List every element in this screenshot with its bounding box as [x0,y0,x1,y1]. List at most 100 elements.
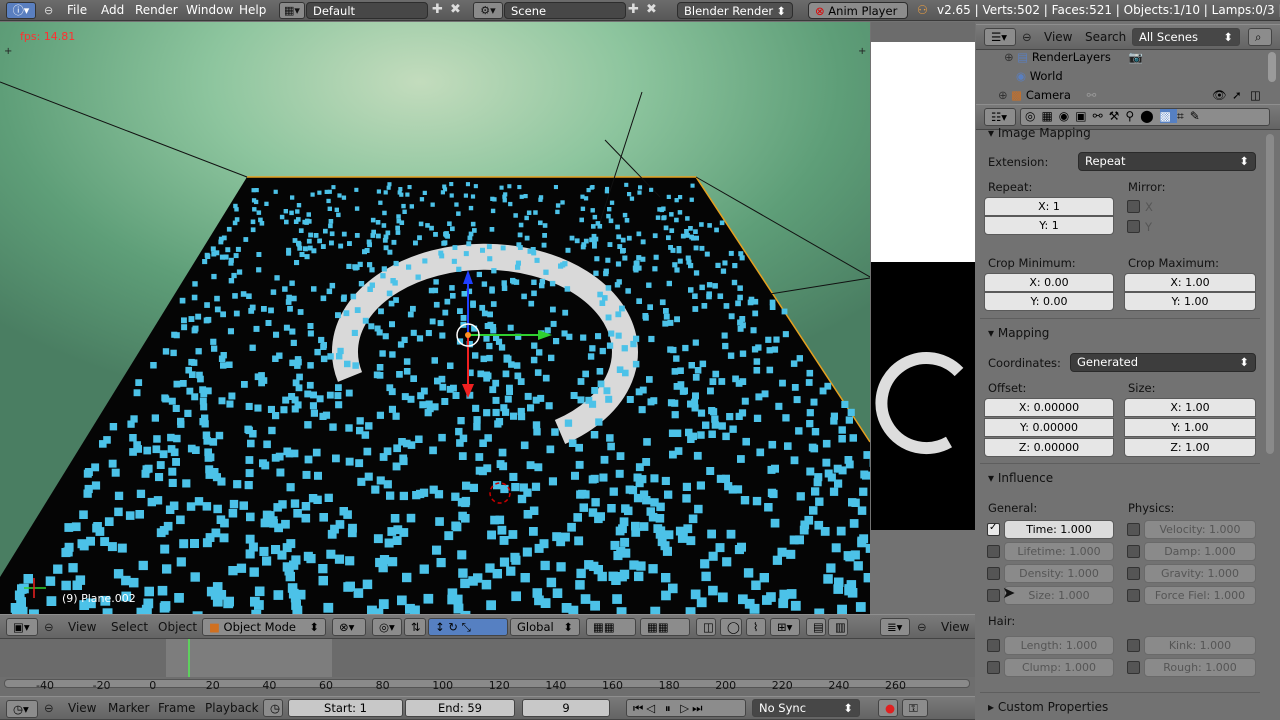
keying-icon[interactable]: ⚿ [902,699,928,717]
clump-checkbox[interactable] [987,661,1000,674]
preview-range-icon[interactable]: ◷ [263,699,283,717]
gravity-checkbox[interactable] [1127,567,1140,580]
corner-handle-icon[interactable]: + [4,46,12,57]
menu-select[interactable]: Select [111,620,148,634]
record-icon[interactable]: ● [878,699,898,717]
menu-frame[interactable]: Frame [158,701,195,715]
cursor-icon[interactable]: ➚ [1232,88,1242,102]
panel-custom-properties[interactable]: ▸ Custom Properties [988,700,1108,714]
corner-handle-icon[interactable]: + [858,46,866,57]
menu-file[interactable]: File [67,3,87,17]
kink-slider[interactable]: Kink: 1.000 [1144,636,1256,655]
render-toggle-icon[interactable]: ◫ [1250,88,1261,102]
gravity-slider[interactable]: Gravity: 1.000 [1144,564,1256,583]
menu-search[interactable]: Search [1085,30,1126,44]
mirror-x-checkbox[interactable] [1127,200,1140,213]
sync-dropdown[interactable]: No Sync ⬍ [752,699,860,717]
proportional-edit-icon[interactable]: ◯ [720,618,742,636]
length-checkbox[interactable] [987,639,1000,652]
render-icon[interactable]: ▤ [806,618,826,636]
delete-scene-icon[interactable]: ✖ [646,2,657,17]
menu-render[interactable]: Render [135,3,178,17]
snap-target-dropdown[interactable]: ⊞▾ [770,618,800,636]
density-checkbox[interactable] [987,567,1000,580]
current-frame-indicator[interactable] [188,639,190,677]
manipulator-toggle[interactable]: ⇅ [404,618,426,636]
3d-viewport[interactable]: fps: 14.81 (9) Plane.002 + + [0,22,870,614]
offset-y-field[interactable]: Y: 0.00000 [984,418,1114,437]
editor-type-icon[interactable]: ▣▾ [6,618,38,636]
menu-window[interactable]: Window [186,3,233,17]
collapse-icon[interactable]: ⊖ [1022,30,1032,44]
panel-image-mapping[interactable]: ▾ Image Mapping [988,126,1091,140]
size-y-field[interactable]: Y: 1.00 [1124,418,1256,437]
menu-help[interactable]: Help [239,3,266,17]
layer-buttons-b[interactable]: ▦▦ [640,618,690,636]
menu-view[interactable]: View [68,701,96,715]
menu-marker[interactable]: Marker [108,701,149,715]
editor-type-icon[interactable]: ☷▾ [984,108,1016,126]
collapse-icon[interactable]: ⊖ [44,4,53,17]
display-mode-dropdown[interactable]: All Scenes ⬍ [1132,28,1240,46]
layer-lock-icon[interactable]: ◫ [696,618,716,636]
menu-view[interactable]: View [68,620,96,634]
search-icon[interactable]: ⌕ [1248,28,1272,46]
crop-min-y-field[interactable]: Y: 0.00 [984,292,1114,311]
editor-type-icon[interactable]: ☰▾ [984,28,1016,46]
force-field-slider[interactable]: Force Fiel: 1.000 [1144,586,1256,605]
damp-slider[interactable]: Damp: 1.000 [1144,542,1256,561]
editor-type-icon[interactable]: ◷▾ [6,700,38,718]
menu-view-right[interactable]: View [941,620,969,634]
scene-icon[interactable]: ⚙▾ [473,2,503,19]
outliner-scrollbar[interactable] [1268,52,1276,82]
timeline[interactable]: -40 -20 0 20 40 60 80 100 120 140 160 180 200 220 240 2… [0,639,975,697]
anim-player-button[interactable]: ⊗ Anim Player [808,2,908,19]
shading-dropdown[interactable]: ⊗▾ [332,618,366,636]
crop-max-x-field[interactable]: X: 1.00 [1124,273,1256,292]
offset-x-field[interactable]: X: 0.00000 [984,398,1114,417]
mode-dropdown[interactable]: ■ Object Mode ⬍ [202,618,326,636]
orientation-dropdown[interactable]: Global ⬍ [510,618,580,636]
editor-type-icon-right[interactable]: ≣▾ [880,618,910,636]
end-frame-field[interactable]: End: 59 [405,699,515,717]
size-slider[interactable]: Size: 1.000 [1004,586,1114,605]
clump-slider[interactable]: Clump: 1.000 [1004,658,1114,677]
velocity-checkbox[interactable] [1127,523,1140,536]
menu-object[interactable]: Object [158,620,197,634]
render-anim-icon[interactable]: ▥ [828,618,848,636]
texture-tab-icon[interactable]: ▩ [1159,109,1177,123]
menu-add[interactable]: Add [101,3,124,17]
render-engine-dropdown[interactable]: Blender Render ⬍ [677,2,793,19]
size-checkbox[interactable] [987,589,1000,602]
properties-scrollbar[interactable] [1266,134,1274,454]
crop-min-x-field[interactable]: X: 0.00 [984,273,1114,292]
start-frame-field[interactable]: Start: 1 [288,699,403,717]
time-checkbox[interactable]: ✓ [987,522,1000,536]
snap-icon[interactable]: ⌇ [746,618,766,636]
extension-dropdown[interactable]: Repeat ⬍ [1078,152,1256,171]
collapse-icon[interactable]: ⊖ [44,701,54,715]
lifetime-checkbox[interactable] [987,545,1000,558]
screen-layout-field[interactable]: Default [306,2,428,19]
rough-slider[interactable]: Rough: 1.000 [1144,658,1256,677]
crop-max-y-field[interactable]: Y: 1.00 [1124,292,1256,311]
density-slider[interactable]: Density: 1.000 [1004,564,1114,583]
context-tabs[interactable]: ◎▦◉▣⚯⚒⚲⬤▩⌗✎ [1020,108,1270,126]
screen-layout-icon[interactable]: ▦▾ [279,2,305,19]
menu-view[interactable]: View [1044,30,1072,44]
repeat-x-field[interactable]: X: 1 [984,197,1114,216]
damp-checkbox[interactable] [1127,545,1140,558]
outliner-item[interactable]: ◉ World [1016,69,1276,87]
playback-controls[interactable]: ⏮◁ ⏸ ▷⏭ [626,699,746,717]
transform-mode-buttons[interactable]: ↕ ↻ ⤡ [428,618,508,636]
time-slider[interactable]: Time: 1.000 [1004,520,1114,539]
size-x-field[interactable]: X: 1.00 [1124,398,1256,417]
eye-icon[interactable]: 👁 [1212,88,1227,102]
size-z-field[interactable]: Z: 1.00 [1124,438,1256,457]
lifetime-slider[interactable]: Lifetime: 1.000 [1004,542,1114,561]
panel-mapping[interactable]: ▾ Mapping [988,326,1049,340]
offset-z-field[interactable]: Z: 0.00000 [984,438,1114,457]
menu-playback[interactable]: Playback [205,701,259,715]
editor-type-icon[interactable]: ⓘ▾ [6,2,36,19]
add-scene-icon[interactable]: ✚ [628,2,639,17]
